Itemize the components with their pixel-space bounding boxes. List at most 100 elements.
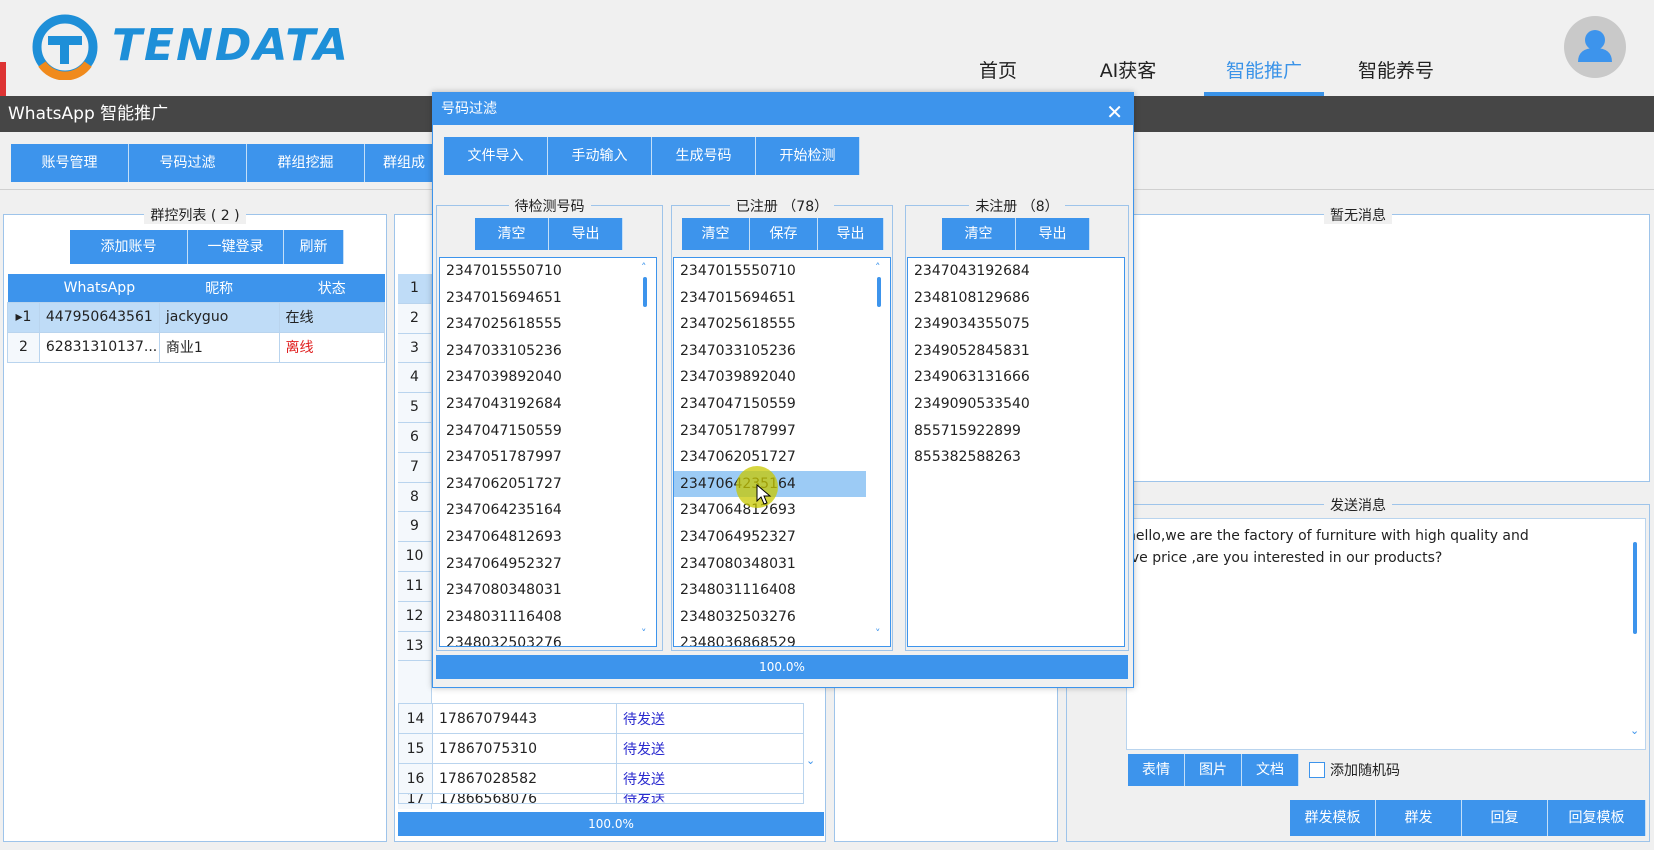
row-number[interactable]: 5	[398, 393, 431, 423]
col-nickname[interactable]: 昵称	[159, 274, 279, 302]
unregistered-export-button[interactable]: 导出	[1016, 218, 1090, 250]
close-icon[interactable]: ✕	[1106, 96, 1123, 128]
tab-group-mining[interactable]: 群组挖掘	[247, 144, 365, 182]
row-number[interactable]: 4	[398, 363, 431, 394]
pending-scrollbar[interactable]	[643, 277, 647, 307]
file-import-button[interactable]: 文件导入	[444, 137, 548, 175]
list-item[interactable]: 2347025618555	[440, 311, 656, 338]
registered-number-list[interactable]: 2347015550710 2347015694651 2347025618555 2…	[673, 257, 891, 647]
refresh-button[interactable]: 刷新	[284, 230, 344, 264]
tab-group-members[interactable]: 群组成员获	[365, 144, 435, 182]
scroll-down-icon[interactable]: ⌄	[806, 754, 815, 767]
list-item[interactable]: 2349052845831	[908, 338, 1124, 365]
list-item[interactable]: 2347015694651	[440, 285, 656, 312]
list-item[interactable]: 2347064952327	[674, 524, 890, 551]
pending-export-button[interactable]: 导出	[549, 218, 623, 250]
row-number[interactable]: 3	[398, 334, 431, 364]
table-row[interactable]: 16 17867028582 待发送	[398, 763, 804, 794]
document-button[interactable]: 文档	[1242, 754, 1299, 786]
list-item[interactable]: 2348036868529	[674, 630, 890, 646]
scroll-down-icon[interactable]: ˅	[875, 627, 881, 640]
list-item[interactable]: 2347015694651	[674, 285, 890, 312]
list-item[interactable]: 2347051787997	[674, 418, 890, 445]
list-item[interactable]: 2347047150559	[674, 391, 890, 418]
one-click-login-button[interactable]: 一键登录	[188, 230, 284, 264]
list-item[interactable]: 2347033105236	[674, 338, 890, 365]
manual-input-button[interactable]: 手动输入	[548, 137, 652, 175]
table-row[interactable]: 2 62831310137... 商业1 离线	[7, 331, 385, 363]
list-item[interactable]: 2347033105236	[440, 338, 656, 365]
list-item[interactable]: 2347015550710	[440, 258, 656, 285]
list-item[interactable]: 2347062051727	[440, 471, 656, 498]
list-item[interactable]: 2347080348031	[440, 577, 656, 604]
unregistered-number-list[interactable]: 2347043192684 2348108129686 2349034355075 2…	[907, 257, 1125, 647]
message-textarea[interactable]: hello,we are the factory of furniture wi…	[1126, 518, 1646, 750]
list-item[interactable]: 855715922899	[908, 418, 1124, 445]
bulk-template-button[interactable]: 群发模板	[1290, 800, 1376, 836]
scroll-up-icon[interactable]: ˄	[641, 261, 647, 274]
bulk-send-button[interactable]: 群发	[1376, 800, 1462, 836]
list-item[interactable]: 2347043192684	[908, 258, 1124, 285]
table-row[interactable]: 15 17867075310 待发送	[398, 733, 804, 764]
list-item[interactable]: 2347064235164	[440, 497, 656, 524]
row-number[interactable]: 13	[398, 632, 431, 662]
list-item[interactable]: 2348031116408	[674, 577, 890, 604]
row-number[interactable]: 7	[398, 453, 431, 483]
list-item[interactable]: 2349063131666	[908, 364, 1124, 391]
row-number[interactable]: 8	[398, 483, 431, 513]
list-item[interactable]: 2347062051727	[674, 444, 890, 471]
list-item[interactable]: 2347039892040	[674, 364, 890, 391]
list-item[interactable]: 2347064812693	[440, 524, 656, 551]
chevron-down-icon[interactable]: ⌄	[1630, 724, 1639, 737]
unregistered-clear-button[interactable]: 清空	[942, 218, 1016, 250]
list-item[interactable]: 2348032503276	[674, 604, 890, 631]
list-item[interactable]: 2347047150559	[440, 418, 656, 445]
generate-numbers-button[interactable]: 生成号码	[652, 137, 756, 175]
row-number[interactable]: 1	[398, 274, 431, 304]
list-item[interactable]: 2347015550710	[674, 258, 890, 285]
row-number[interactable]: 6	[398, 423, 431, 453]
list-item[interactable]: 855382588263	[908, 444, 1124, 471]
random-code-checkbox[interactable]	[1309, 762, 1325, 778]
reply-button[interactable]: 回复	[1462, 800, 1548, 836]
list-item[interactable]: 2348108129686	[908, 285, 1124, 312]
scroll-up-icon[interactable]: ˄	[875, 261, 881, 274]
list-item[interactable]: 2347064812693	[674, 497, 890, 524]
row-number[interactable]: 11	[398, 572, 431, 602]
emoji-button[interactable]: 表情	[1128, 754, 1185, 786]
registered-clear-button[interactable]: 清空	[682, 218, 750, 250]
pending-clear-button[interactable]: 清空	[475, 218, 549, 250]
tab-account-management[interactable]: 账号管理	[11, 144, 129, 182]
nav-home[interactable]: 首页	[938, 56, 1058, 96]
table-row[interactable]: ▸1 447950643561 jackyguo 在线	[7, 301, 385, 333]
list-item[interactable]: 2347080348031	[674, 551, 890, 578]
nav-ai-acquire[interactable]: AI获客	[1068, 56, 1188, 96]
scroll-down-icon[interactable]: ˅	[641, 627, 647, 640]
list-item[interactable]: 2347025618555	[674, 311, 890, 338]
list-item[interactable]: 2347039892040	[440, 364, 656, 391]
list-item[interactable]: 2348032503276	[440, 630, 656, 646]
table-row[interactable]: 14 17867079443 待发送	[398, 703, 804, 734]
col-status[interactable]: 状态	[279, 274, 385, 302]
nav-account-nurture[interactable]: 智能养号	[1336, 56, 1456, 96]
row-number[interactable]: 2	[398, 304, 431, 334]
registered-export-button[interactable]: 导出	[818, 218, 884, 250]
registered-save-button[interactable]: 保存	[750, 218, 818, 250]
start-check-button[interactable]: 开始检测	[756, 137, 860, 175]
list-item[interactable]: 2349034355075	[908, 311, 1124, 338]
list-item[interactable]: 2347064952327	[440, 551, 656, 578]
avatar[interactable]	[1564, 16, 1626, 78]
row-number[interactable]: 10	[398, 542, 431, 572]
table-row[interactable]: 17 17866568076 待发送	[398, 793, 804, 804]
add-account-button[interactable]: 添加账号	[70, 230, 188, 264]
pending-number-list[interactable]: 2347015550710 2347015694651 2347025618555 2…	[439, 257, 657, 647]
list-item[interactable]: 2349090533540	[908, 391, 1124, 418]
list-item[interactable]: 2348031116408	[440, 604, 656, 631]
image-button[interactable]: 图片	[1185, 754, 1242, 786]
row-number[interactable]: 12	[398, 602, 431, 632]
nav-smart-promo[interactable]: 智能推广	[1204, 56, 1324, 96]
registered-scrollbar[interactable]	[877, 277, 881, 307]
tab-number-filter[interactable]: 号码过滤	[129, 144, 247, 182]
reply-template-button[interactable]: 回复模板	[1548, 800, 1646, 836]
list-item[interactable]: 2347043192684	[440, 391, 656, 418]
